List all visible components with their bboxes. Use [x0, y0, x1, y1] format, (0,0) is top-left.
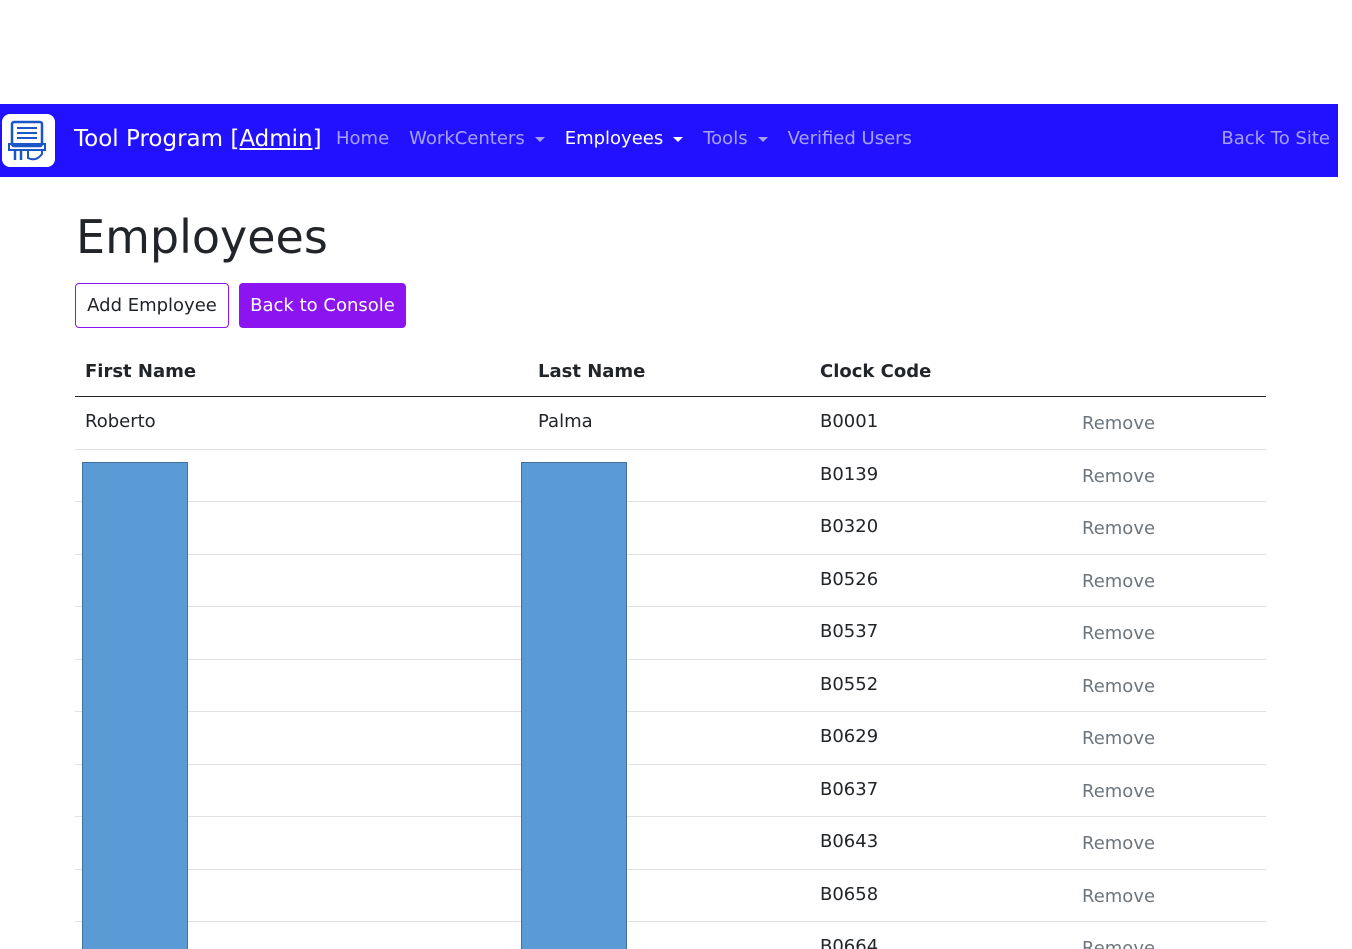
first-name-cell: Roberto [85, 411, 156, 432]
redaction-block-first-names [82, 462, 188, 949]
table-row: B0139 Remove [75, 450, 1266, 502]
header-clock-code: Clock Code [820, 361, 932, 382]
remove-link[interactable]: Remove [1082, 676, 1155, 697]
clock-code-cell: B0629 [820, 726, 879, 747]
table-row: Roberto Palma B0001 Remove [75, 397, 1266, 450]
employees-table-body: Roberto Palma B0001 Remove B0139 Remove … [75, 397, 1266, 949]
remove-link[interactable]: Remove [1082, 571, 1155, 592]
page-title: Employees [76, 210, 328, 264]
remove-link[interactable]: Remove [1082, 413, 1155, 434]
table-row: B0658 Remove [75, 870, 1266, 922]
nav-employees-dropdown[interactable]: Employees [565, 128, 684, 149]
nav-employees-label: Employees [564, 128, 664, 149]
back-to-site-link[interactable]: Back To Site [1221, 128, 1330, 149]
table-row: B0552 Remove [75, 660, 1266, 712]
last-name-cell: Palma [538, 411, 593, 432]
remove-link[interactable]: Remove [1082, 466, 1155, 487]
brand-name: Tool Program [74, 126, 231, 152]
page: Tool Program [Admin] Home WorkCenters Em… [0, 0, 1352, 949]
nav-workcenters-label: WorkCenters [409, 128, 525, 149]
header-first-name: First Name [85, 361, 197, 382]
clock-code-cell: B0664 [820, 936, 879, 949]
brand-title[interactable]: Tool Program [Admin] [74, 126, 322, 152]
caret-down-icon [534, 136, 545, 142]
table-row: B0526 Remove [75, 555, 1266, 607]
top-navbar: Tool Program [Admin] Home WorkCenters Em… [0, 104, 1338, 177]
remove-link[interactable]: Remove [1082, 781, 1155, 802]
table-row: B0629 Remove [75, 712, 1266, 765]
nav-verified-users[interactable]: Verified Users [788, 128, 912, 149]
clock-code-cell: B0552 [820, 673, 879, 695]
table-row: B0637 Remove [75, 765, 1266, 817]
nav-home[interactable]: Home [336, 128, 389, 149]
nav-home-label: Home [336, 128, 390, 149]
employees-table-header: First Name Last Name Clock Code [75, 348, 1266, 397]
clock-code-cell: B0537 [820, 621, 879, 642]
table-row: B0664 Remove [75, 922, 1266, 949]
caret-down-icon [673, 136, 684, 142]
back-to-console-button[interactable]: Back to Console [239, 283, 406, 328]
add-employee-button[interactable]: Add Employee [75, 283, 229, 328]
nav-tools-label: Tools [703, 128, 748, 149]
nav-tools-dropdown[interactable]: Tools [703, 128, 768, 149]
nav-verified-users-label: Verified Users [787, 128, 912, 149]
clock-code-cell: B0643 [820, 831, 879, 852]
caret-down-icon [757, 136, 768, 142]
app-logo-icon[interactable] [2, 114, 55, 167]
header-last-name: Last Name [538, 361, 646, 382]
clock-code-cell: B0637 [820, 778, 879, 800]
clock-code-cell: B0139 [820, 463, 879, 485]
remove-link[interactable]: Remove [1082, 938, 1155, 949]
brand-admin-label: [Admin] [230, 126, 322, 152]
clock-code-cell: B0526 [820, 568, 879, 590]
redaction-block-last-names [521, 462, 627, 949]
table-row: B0320 Remove [75, 502, 1266, 555]
clock-code-cell: B0001 [820, 411, 879, 432]
remove-link[interactable]: Remove [1082, 518, 1155, 539]
nav-workcenters-dropdown[interactable]: WorkCenters [409, 128, 545, 149]
nav-links: Home WorkCenters Employees Tools Verifie… [336, 128, 932, 149]
remove-link[interactable]: Remove [1082, 886, 1155, 907]
remove-link[interactable]: Remove [1082, 623, 1155, 644]
remove-link[interactable]: Remove [1082, 833, 1155, 854]
clock-code-cell: B0320 [820, 516, 879, 537]
table-row: B0537 Remove [75, 607, 1266, 660]
remove-link[interactable]: Remove [1082, 728, 1155, 749]
clock-code-cell: B0658 [820, 883, 879, 905]
table-row: B0643 Remove [75, 817, 1266, 870]
